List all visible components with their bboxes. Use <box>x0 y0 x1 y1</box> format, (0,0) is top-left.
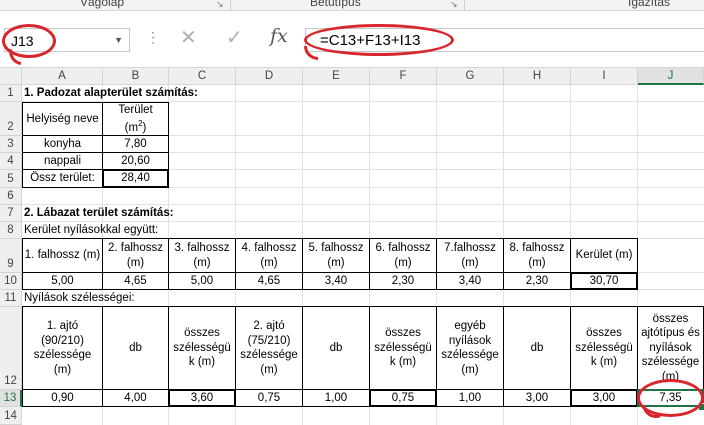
formula-bar: J13 ▼ ⋮ ✕ ✓ fx =C13+F13+I13 <box>0 11 704 68</box>
row-header-8[interactable]: 8 <box>0 222 22 239</box>
row-header-6[interactable]: 6 <box>0 188 22 205</box>
cell-a5[interactable]: Össz terület: <box>22 169 103 188</box>
name-box[interactable]: J13 ▼ <box>4 28 130 52</box>
cell-a2[interactable]: Helyiség neve <box>22 102 103 136</box>
dialog-launcher-icon[interactable]: ↘ <box>216 0 224 10</box>
dialog-launcher-icon[interactable]: ↘ <box>450 0 458 10</box>
cell-d9[interactable]: 4. falhossz (m) <box>235 238 303 273</box>
cell-h12[interactable]: db <box>503 306 571 390</box>
cell-f12[interactable]: összes szélességü k (m) <box>369 306 437 390</box>
enter-check-icon[interactable]: ✓ <box>226 25 243 55</box>
formula-input[interactable]: =C13+F13+I13 <box>305 28 704 52</box>
cell-e12[interactable]: db <box>302 306 370 390</box>
row-header-9[interactable]: 9 <box>0 239 22 273</box>
cell-e9[interactable]: 5. falhossz (m) <box>302 238 370 273</box>
name-box-value: J13 <box>11 33 34 49</box>
column-header-a[interactable]: A <box>22 68 103 85</box>
cell-a10[interactable]: 5,00 <box>22 272 103 290</box>
row-header-12[interactable]: 12 <box>0 307 22 390</box>
vertical-dots-icon[interactable]: ⋮ <box>146 29 160 46</box>
ribbon-group-font[interactable]: Betűtípus <box>310 0 361 9</box>
cell-f13[interactable]: 0,75 <box>369 389 437 407</box>
cell-c13[interactable]: 3,60 <box>168 389 236 407</box>
row-header-4[interactable]: 4 <box>0 153 22 170</box>
select-all-corner[interactable] <box>0 68 22 85</box>
cell-i10[interactable]: 30,70 <box>570 272 638 290</box>
ribbon-group-alignment[interactable]: Igazítás <box>628 0 670 9</box>
column-header-h[interactable]: H <box>504 68 571 85</box>
cell-g13[interactable]: 1,00 <box>436 389 504 407</box>
cell-i9[interactable]: Kerület (m) <box>570 238 638 273</box>
cell-b4[interactable]: 20,60 <box>102 152 169 170</box>
cell-f10[interactable]: 2,30 <box>369 272 437 290</box>
cell-b2-line2: (m2) <box>124 119 147 134</box>
cell-b13[interactable]: 4,00 <box>102 389 169 407</box>
row-header-7[interactable]: 7 <box>0 205 22 222</box>
fill-handle[interactable] <box>698 403 704 411</box>
cell-a4[interactable]: nappali <box>22 152 103 170</box>
cell-j12[interactable]: összes ajtótípus és nyílások szélessége … <box>637 306 704 390</box>
ribbon-group-labels: Vágólap ↘ Betűtípus ↘ Igazítás <box>0 0 704 11</box>
cell-e13[interactable]: 1,00 <box>302 389 370 407</box>
cell-d13[interactable]: 0,75 <box>235 389 303 407</box>
cell-a9[interactable]: 1. falhossz (m) <box>22 238 103 273</box>
cell-h13[interactable]: 3,00 <box>503 389 571 407</box>
insert-function-button[interactable]: fx <box>270 25 288 55</box>
cell-g9[interactable]: 7.falhossz (m) <box>436 238 504 273</box>
column-header-d[interactable]: D <box>236 68 303 85</box>
cell-c12[interactable]: összes szélességü k (m) <box>168 306 236 390</box>
row-header-2[interactable]: 2 <box>0 102 22 136</box>
cell-b2[interactable]: Terület (m2) <box>102 102 169 136</box>
cell-a1[interactable]: 1. Padozat alapterület számítás: <box>22 85 198 102</box>
cell-b10[interactable]: 4,65 <box>102 272 169 290</box>
cell-f9[interactable]: 6. falhossz (m) <box>369 238 437 273</box>
cell-b2-line1: Terület <box>118 103 153 116</box>
cell-g10[interactable]: 3,40 <box>436 272 504 290</box>
column-header-g[interactable]: G <box>437 68 504 85</box>
cell-i12[interactable]: összes szélességü k (m) <box>570 306 638 390</box>
cell-b9[interactable]: 2. falhossz (m) <box>102 238 169 273</box>
cell-a7[interactable]: 2. Lábazat terület számítás: <box>22 205 174 222</box>
column-header-b[interactable]: B <box>103 68 169 85</box>
ribbon-group-clipboard[interactable]: Vágólap <box>80 0 124 9</box>
column-header-c[interactable]: C <box>169 68 236 85</box>
column-header-j[interactable]: J <box>638 68 704 85</box>
cell-c9[interactable]: 3. falhossz (m) <box>168 238 236 273</box>
row-header-11[interactable]: 11 <box>0 290 22 307</box>
row-header-1[interactable]: 1 <box>0 85 22 102</box>
cell-a8[interactable]: Kerület nyílásokkal együtt: <box>22 222 158 239</box>
formula-text: =C13+F13+I13 <box>320 32 421 49</box>
cell-a12[interactable]: 1. ajtó (90/210) szélessége (m) <box>22 306 103 390</box>
cell-g12[interactable]: egyéb nyílások szélessége (m) <box>436 306 504 390</box>
cell-a11[interactable]: Nyílások szélességei: <box>22 290 135 307</box>
row-header-13[interactable]: 13 <box>0 390 22 407</box>
ribbon-separator <box>464 0 465 10</box>
cell-a13[interactable]: 0,90 <box>22 389 103 407</box>
cell-b12[interactable]: db <box>102 306 169 390</box>
column-header-i[interactable]: I <box>571 68 638 85</box>
row-header-10[interactable]: 10 <box>0 273 22 290</box>
column-header-e[interactable]: E <box>303 68 370 85</box>
cell-b3[interactable]: 7,80 <box>102 135 169 153</box>
cell-h9[interactable]: 8. falhossz (m) <box>503 238 571 273</box>
cell-b5[interactable]: 28,40 <box>102 169 169 188</box>
cell-i13[interactable]: 3,00 <box>570 389 638 407</box>
cancel-x-icon[interactable]: ✕ <box>180 25 197 55</box>
cell-a3[interactable]: konyha <box>22 135 103 153</box>
chevron-down-icon[interactable]: ▼ <box>114 35 123 45</box>
row-header-14[interactable]: 14 <box>0 407 22 425</box>
column-header-f[interactable]: F <box>370 68 437 85</box>
cell-h10[interactable]: 2,30 <box>503 272 571 290</box>
row-header-5[interactable]: 5 <box>0 170 22 188</box>
cell-c10[interactable]: 5,00 <box>168 272 236 290</box>
cell-j13-selected[interactable]: 7,35 <box>637 389 704 407</box>
cell-d10[interactable]: 4,65 <box>235 272 303 290</box>
cell-e10[interactable]: 3,40 <box>302 272 370 290</box>
row-header-3[interactable]: 3 <box>0 136 22 153</box>
cell-d12[interactable]: 2. ajtó (75/210) szélessége (m) <box>235 306 303 390</box>
ribbon-separator <box>230 0 231 10</box>
